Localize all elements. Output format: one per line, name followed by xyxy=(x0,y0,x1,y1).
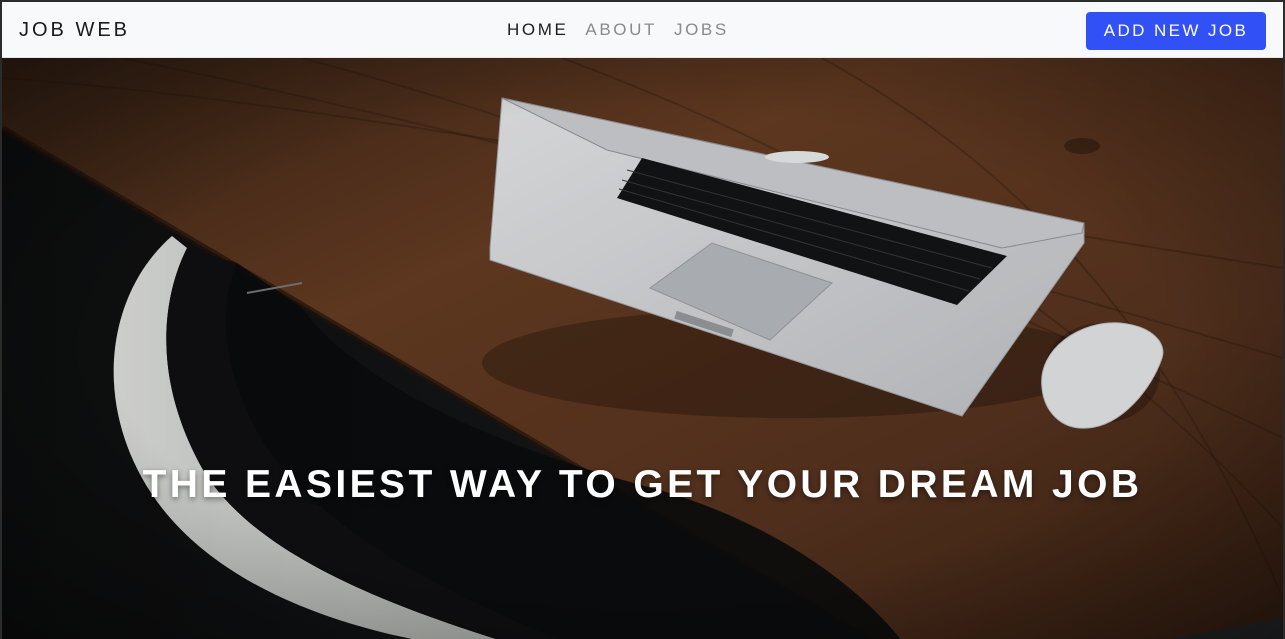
hero-background-image xyxy=(2,58,1283,639)
nav-link-home[interactable]: HOME xyxy=(507,20,568,40)
nav-link-about[interactable]: ABOUT xyxy=(585,20,657,40)
brand-logo[interactable]: JOB WEB xyxy=(19,19,130,42)
add-new-job-button[interactable]: ADD NEW JOB xyxy=(1086,12,1266,50)
page-frame: JOB WEB HOME ABOUT JOBS ADD NEW JOB THE … xyxy=(0,0,1285,639)
nav-link-jobs[interactable]: JOBS xyxy=(674,20,729,40)
hero-section: THE EASIEST WAY TO GET YOUR DREAM JOB xyxy=(2,58,1283,639)
top-navbar: JOB WEB HOME ABOUT JOBS ADD NEW JOB xyxy=(2,2,1283,58)
nav-links: HOME ABOUT JOBS xyxy=(507,20,746,40)
hero-title: THE EASIEST WAY TO GET YOUR DREAM JOB xyxy=(142,463,1143,506)
